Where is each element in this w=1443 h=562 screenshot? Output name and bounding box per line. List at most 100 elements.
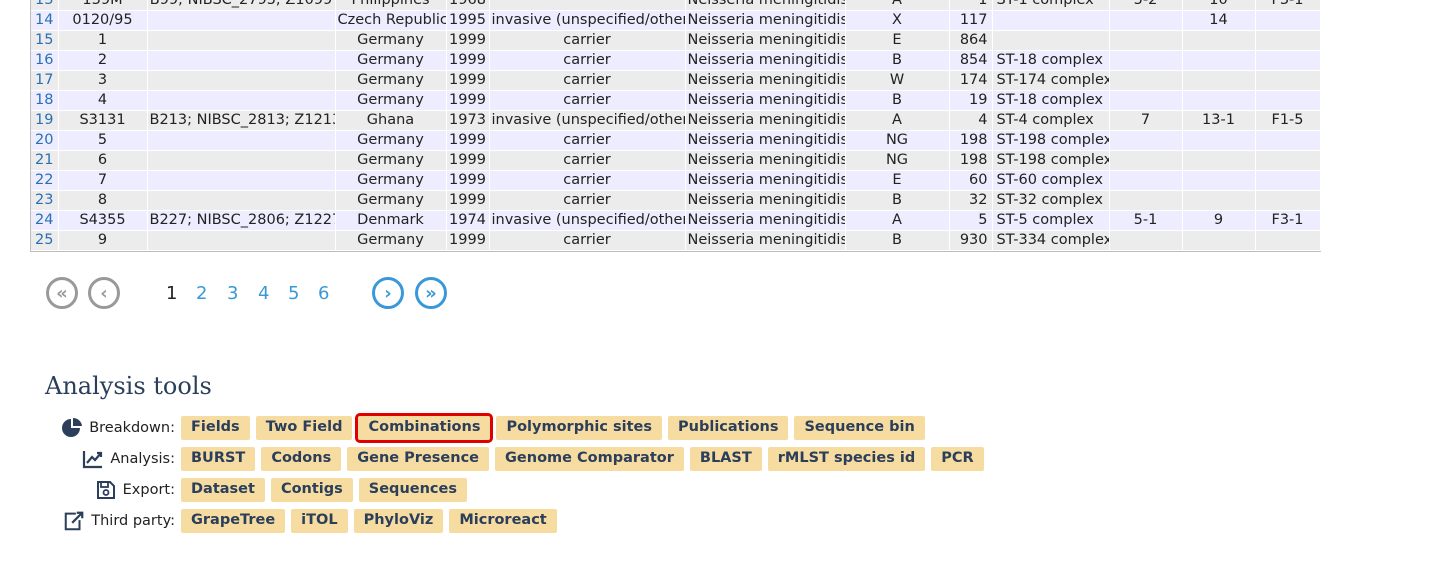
polymorphic-sites-button[interactable]: Polymorphic sites [496,416,663,440]
isolate-aliases [147,50,336,71]
table-row: 22 7 Germany 1999 carrier Neisseria meningiti… [31,170,1321,191]
sequence-bin-button[interactable]: Sequence bin [794,416,925,440]
next-page-button[interactable]: › [372,277,404,309]
gene-presence-button[interactable]: Gene Presence [347,447,490,471]
tools-row-label-box: Breakdown: [0,416,175,440]
isolate-aliases: B213; NIBSC_2813; Z1213 [147,110,336,131]
grapetree-button[interactable]: GrapeTree [181,509,286,533]
feta-cell: F3-1 [1255,210,1321,231]
pora-vr1-cell [1109,190,1183,211]
pora-vr1-cell: 5-2 [1109,0,1183,11]
first-page-button[interactable]: « [46,277,78,309]
burst-button[interactable]: BURST [181,447,256,471]
isolate-id-link[interactable]: 23 [31,190,59,211]
isolate-id-link[interactable]: 19 [31,110,59,131]
pora-vr2-cell [1182,30,1256,51]
codons-button[interactable]: Codons [261,447,342,471]
country-cell: Denmark [335,210,447,231]
feta-cell [1255,50,1321,71]
disease-cell: carrier [489,30,686,51]
two-field-button[interactable]: Two Field [255,416,353,440]
feta-cell [1255,230,1321,251]
dataset-button[interactable]: Dataset [181,478,265,502]
disease-cell: carrier [489,170,686,191]
isolate-id-link[interactable]: 13 [31,0,59,11]
isolate-id-link[interactable]: 15 [31,30,59,51]
pora-vr2-cell [1182,50,1256,71]
rmlst-species-id-button[interactable]: rMLST species id [767,447,926,471]
previous-page-button[interactable]: ‹ [88,277,120,309]
page-number-2[interactable]: 2 [196,283,207,304]
phyloviz-button[interactable]: PhyloViz [353,509,444,533]
feta-cell [1255,170,1321,191]
clonal-complex-cell: ST-4 complex [992,110,1110,131]
species-cell: Neisseria meningitidis [685,190,846,211]
last-page-button[interactable]: » [415,277,447,309]
feta-cell [1255,150,1321,171]
isolate-id-link[interactable]: 22 [31,170,59,191]
isolate-name: 3 [58,70,148,91]
disease-cell: invasive (unspecified/other) [489,110,686,131]
tools-row-label-box: Third party: [0,509,175,533]
page-number-5[interactable]: 5 [288,283,299,304]
species-cell: Neisseria meningitidis [685,90,846,111]
itol-button[interactable]: iTOL [291,509,348,533]
isolate-id-link[interactable]: 17 [31,70,59,91]
sequence-type-cell: 174 [949,70,993,91]
pora-vr2-cell: 9 [1182,210,1256,231]
isolate-id-link[interactable]: 24 [31,210,59,231]
pie-chart-icon [61,417,83,439]
capsule-group-cell: B [845,50,950,71]
isolate-id-link[interactable]: 16 [31,50,59,71]
isolate-id-link[interactable]: 18 [31,90,59,111]
blast-button[interactable]: BLAST [689,447,762,471]
species-cell: Neisseria meningitidis [685,70,846,91]
pora-vr2-cell: 14 [1182,10,1256,31]
table-row: 17 3 Germany 1999 carrier Neisseria meningiti… [31,70,1321,91]
pora-vr1-cell [1109,70,1183,91]
results-table-body: 13 139M B99; NIBSC_2795; Z1099 Philippines 1… [31,0,1321,251]
year-cell: 1999 [446,190,490,211]
sequence-type-cell: 32 [949,190,993,211]
isolate-aliases: B227; NIBSC_2806; Z1227 [147,210,336,231]
pora-vr2-cell [1182,130,1256,151]
year-cell: 1995 [446,10,490,31]
sequences-button[interactable]: Sequences [358,478,467,502]
country-cell: Germany [335,190,447,211]
pora-vr2-cell [1182,170,1256,191]
isolate-aliases: B99; NIBSC_2795; Z1099 [147,0,336,11]
isolate-aliases [147,150,336,171]
country-cell: Germany [335,30,447,51]
feta-cell [1255,190,1321,211]
country-cell: Germany [335,230,447,251]
fields-button[interactable]: Fields [181,416,250,440]
isolate-id-link[interactable]: 25 [31,230,59,251]
microreact-button[interactable]: Microreact [449,509,557,533]
year-cell: 1999 [446,90,490,111]
line-chart-icon [82,448,104,470]
isolate-id-link[interactable]: 20 [31,130,59,151]
genome-comparator-button[interactable]: Genome Comparator [495,447,684,471]
country-cell: Philippines [335,0,447,11]
pora-vr2-cell [1182,90,1256,111]
isolate-id-link[interactable]: 21 [31,150,59,171]
isolate-id-link[interactable]: 14 [31,10,59,31]
disease-cell: carrier [489,190,686,211]
contigs-button[interactable]: Contigs [270,478,353,502]
capsule-group-cell: E [845,170,950,191]
page-number-4[interactable]: 4 [258,283,269,304]
tools-row-analysis: Analysis: BURST Codons Gene Presence Genome … [0,447,984,471]
disease-cell: carrier [489,70,686,91]
year-cell: 1999 [446,150,490,171]
pcr-button[interactable]: PCR [931,447,984,471]
table-row: 20 5 Germany 1999 carrier Neisseria meningiti… [31,130,1321,151]
publications-button[interactable]: Publications [668,416,789,440]
isolate-name: 5 [58,130,148,151]
page-number-6[interactable]: 6 [318,283,329,304]
combinations-button[interactable]: Combinations [355,413,494,443]
clonal-complex-cell: ST-1 complex [992,0,1110,11]
capsule-group-cell: E [845,30,950,51]
isolate-name: 7 [58,170,148,191]
page-number-3[interactable]: 3 [227,283,238,304]
country-cell: Germany [335,90,447,111]
